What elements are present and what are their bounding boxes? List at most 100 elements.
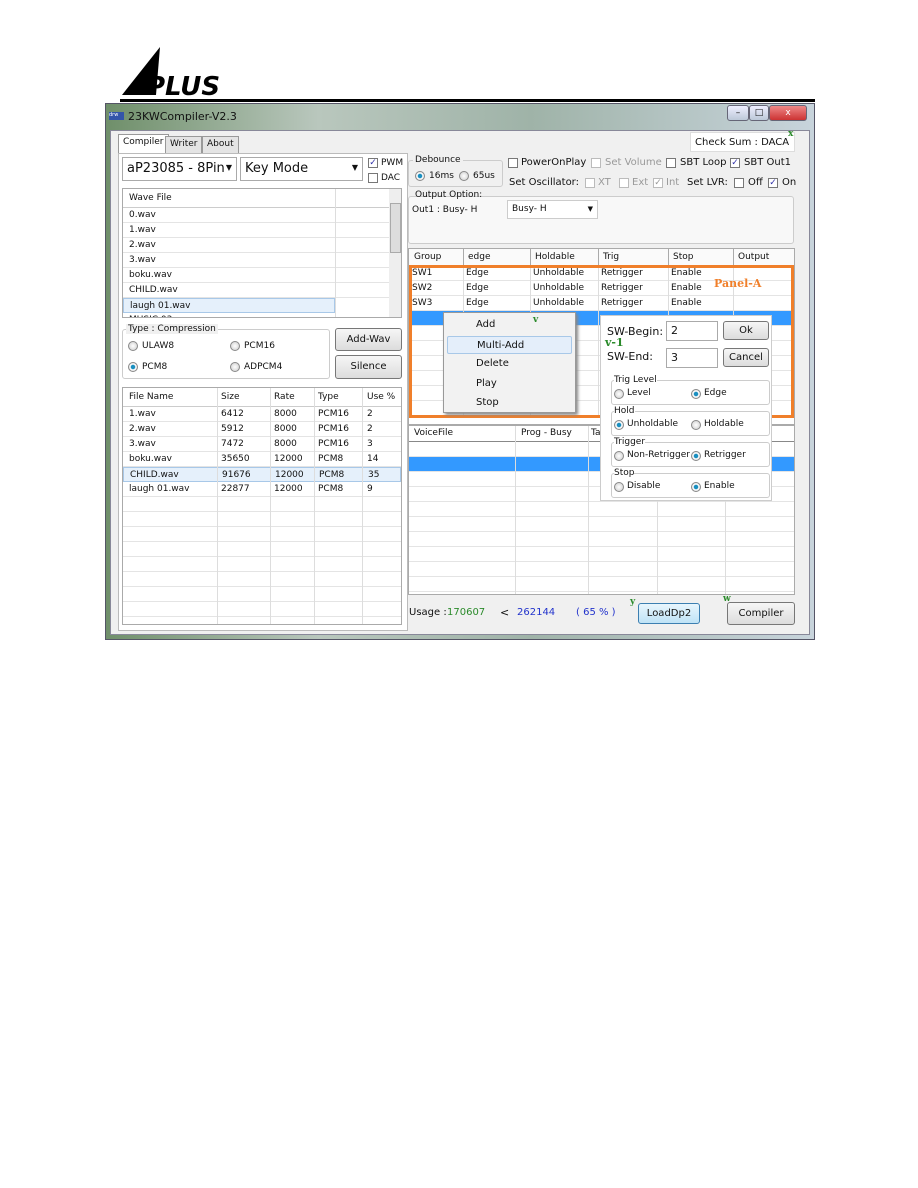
file-cell: PCM16 <box>318 424 349 434</box>
panel-a-label: Panel-A <box>714 277 762 290</box>
column-divider <box>362 388 363 624</box>
sw-begin-input[interactable]: 2 <box>666 321 718 341</box>
ext-label: Ext <box>632 177 649 188</box>
loaddp2-button[interactable]: LoadDp2 <box>638 603 700 624</box>
file-col-header[interactable]: Size <box>221 388 239 407</box>
sw-end-input[interactable]: 3 <box>666 348 718 368</box>
usage-used: 170607 <box>447 607 486 618</box>
file-table-row[interactable]: 3.wav 7472 8000 PCM16 3 <box>123 437 401 452</box>
chip-select[interactable]: aP23085 - 8Pin ▼ <box>122 157 237 181</box>
out1-select[interactable]: Busy- H ▼ <box>507 200 598 219</box>
voice-table-row[interactable] <box>409 517 794 532</box>
wave-list-item[interactable]: laugh 01.wav <box>123 298 335 313</box>
add-wav-button[interactable]: Add-Wav <box>335 328 402 351</box>
wave-list-scrollbar[interactable] <box>389 189 401 317</box>
radio-enable[interactable] <box>691 482 701 492</box>
file-col-header[interactable]: File Name <box>129 388 173 407</box>
voice-table-row[interactable] <box>409 502 794 517</box>
lvr-on-checkbox[interactable]: ✓ <box>768 178 778 188</box>
ext-checkbox[interactable] <box>619 178 629 188</box>
group-col-header[interactable]: Stop <box>673 252 693 262</box>
group-col-header[interactable]: Output <box>738 252 769 262</box>
sbt-out1-checkbox[interactable]: ✓ <box>730 158 740 168</box>
group-col-header[interactable]: edge <box>468 252 491 262</box>
ulaw8-radio[interactable] <box>128 341 138 351</box>
column-divider <box>733 249 734 266</box>
voice-table-row[interactable] <box>409 532 794 547</box>
file-table-row[interactable]: laugh 01.wav 22877 12000 PCM8 9 <box>123 482 401 497</box>
dialog-group-label: Trig Level <box>614 375 657 385</box>
file-cell: 12000 <box>275 470 304 480</box>
file-col-header[interactable]: Rate <box>274 388 295 407</box>
minimize-button[interactable]: – <box>727 105 749 121</box>
tab-about[interactable]: About <box>202 136 239 153</box>
usage-percent: ( 65 % ) <box>576 607 616 618</box>
file-table-row[interactable]: 1.wav 6412 8000 PCM16 2 <box>123 407 401 422</box>
pcm16-radio[interactable] <box>230 341 240 351</box>
radio-level[interactable] <box>614 389 624 399</box>
wave-list-item[interactable]: boku.wav <box>123 268 401 283</box>
file-cell: PCM8 <box>318 484 344 494</box>
sbt-loop-checkbox[interactable] <box>666 158 676 168</box>
radio-holdable[interactable] <box>691 420 701 430</box>
mode-select[interactable]: Key Mode ▼ <box>240 157 363 181</box>
wave-list-item[interactable]: MUSIC 03.wav <box>123 313 401 317</box>
group-col-header[interactable]: Trig <box>603 252 619 262</box>
dac-checkbox[interactable] <box>368 173 378 183</box>
tab-compiler[interactable]: Compiler <box>118 134 169 153</box>
context-menu-item-stop[interactable]: Stop <box>447 394 572 412</box>
svg-text:PLUS: PLUS <box>146 72 220 97</box>
context-menu-item-multi-add[interactable]: Multi-Add <box>447 335 572 354</box>
file-table-row[interactable]: 2.wav 5912 8000 PCM16 2 <box>123 422 401 437</box>
group-col-header[interactable]: Group <box>414 252 441 262</box>
wave-list-item[interactable]: 0.wav <box>123 208 401 223</box>
close-button[interactable]: x <box>769 105 807 121</box>
file-cell: 3.wav <box>129 439 156 449</box>
ulaw8-label: ULAW8 <box>142 341 175 351</box>
voice-table-row[interactable] <box>409 547 794 562</box>
file-table-row[interactable]: CHILD.wav 91676 12000 PCM8 35 <box>123 467 401 482</box>
wave-file-list[interactable]: Wave File 0.wav 1.wav 2.wav 3.wav boku.wav CH… <box>122 188 402 318</box>
radio-retrigger[interactable] <box>691 451 701 461</box>
ok-button[interactable]: Ok <box>723 321 769 340</box>
compiler-button[interactable]: Compiler <box>727 602 795 625</box>
wave-list-item[interactable]: 2.wav <box>123 238 401 253</box>
radio-disable[interactable] <box>614 482 624 492</box>
checksum-marker: x <box>788 129 794 139</box>
multi-add-dialog: SW-Begin: 2 Ok v-1 SW-End: 3 Cancel Trig… <box>600 315 772 501</box>
file-col-header[interactable]: Type <box>318 388 339 407</box>
window-title: 23KWCompiler-V2.3 <box>128 110 237 123</box>
context-menu-item-delete[interactable]: Delete <box>447 355 572 373</box>
context-menu-item-play[interactable]: Play <box>447 375 572 393</box>
pwm-checkbox[interactable]: ✓ <box>368 158 378 168</box>
group-col-header[interactable]: Holdable <box>535 252 575 262</box>
file-cell: 7472 <box>221 439 244 449</box>
wave-list-item[interactable]: 1.wav <box>123 223 401 238</box>
adpcm4-radio[interactable] <box>230 362 240 372</box>
wave-list-item[interactable]: 3.wav <box>123 253 401 268</box>
voice-table-row[interactable] <box>409 562 794 577</box>
poweronplay-checkbox[interactable] <box>508 158 518 168</box>
pcm8-radio[interactable] <box>128 362 138 372</box>
context-menu-item-add[interactable]: Add <box>447 316 572 334</box>
radio-non-retrigger[interactable] <box>614 451 624 461</box>
wave-list-item[interactable]: CHILD.wav <box>123 283 401 298</box>
debounce-65us-radio[interactable] <box>459 171 469 181</box>
debounce-16ms-radio[interactable] <box>415 171 425 181</box>
column-divider <box>270 388 271 624</box>
set-volume-checkbox[interactable] <box>591 158 601 168</box>
radio-unholdable[interactable] <box>614 420 624 430</box>
file-table-row[interactable]: boku.wav 35650 12000 PCM8 14 <box>123 452 401 467</box>
file-cell: 8000 <box>274 439 297 449</box>
lvr-off-checkbox[interactable] <box>734 178 744 188</box>
tab-writer[interactable]: Writer <box>165 136 203 153</box>
cancel-button[interactable]: Cancel <box>723 348 769 367</box>
maximize-button[interactable]: □ <box>749 105 769 121</box>
silence-button[interactable]: Silence <box>335 355 402 379</box>
file-col-header[interactable]: Use % <box>367 388 395 407</box>
radio-edge[interactable] <box>691 389 701 399</box>
voice-table-row[interactable] <box>409 577 794 592</box>
xt-checkbox[interactable] <box>585 178 595 188</box>
radio-label: Non-Retrigger <box>627 450 690 460</box>
int-checkbox[interactable]: ✓ <box>653 178 663 188</box>
